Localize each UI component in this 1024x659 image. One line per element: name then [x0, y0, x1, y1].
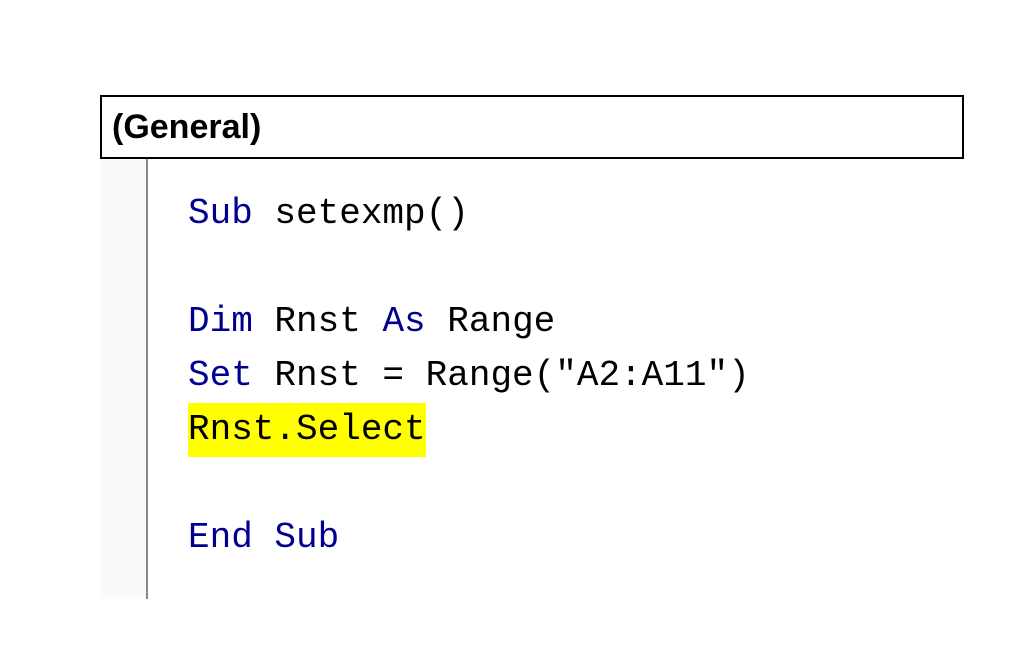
code-line-endsub: End Sub — [188, 511, 964, 565]
object-dropdown[interactable]: (General) — [100, 95, 964, 157]
proc-name: setexmp() — [253, 193, 469, 234]
var-name: Rnst — [253, 301, 383, 342]
code-pane[interactable]: Sub setexmp() Dim Rnst As Range Set Rnst… — [148, 159, 964, 599]
code-margin — [100, 159, 148, 599]
code-line-dim: Dim Rnst As Range — [188, 295, 964, 349]
highlighted-line: Rnst.Select — [188, 403, 426, 457]
keyword-as: As — [382, 301, 425, 342]
keyword-set: Set — [188, 355, 253, 396]
code-area: Sub setexmp() Dim Rnst As Range Set Rnst… — [100, 157, 964, 599]
paren-close: ) — [728, 355, 750, 396]
blank-line — [188, 241, 964, 295]
vba-editor-window: (General) Sub setexmp() Dim Rnst As Rang… — [100, 95, 964, 599]
blank-line — [188, 457, 964, 511]
keyword-dim: Dim — [188, 301, 253, 342]
code-line-sub: Sub setexmp() — [188, 187, 964, 241]
keyword-sub: Sub — [188, 193, 253, 234]
code-line-set: Set Rnst = Range("A2:A11") — [188, 349, 964, 403]
keyword-end-sub: End Sub — [188, 517, 339, 558]
dropdown-label: (General) — [112, 108, 261, 147]
type-name: Range — [426, 301, 556, 342]
code-line-select: Rnst.Select — [188, 403, 964, 457]
assign-text: Rnst = Range( — [253, 355, 555, 396]
string-literal: "A2:A11" — [555, 355, 728, 396]
